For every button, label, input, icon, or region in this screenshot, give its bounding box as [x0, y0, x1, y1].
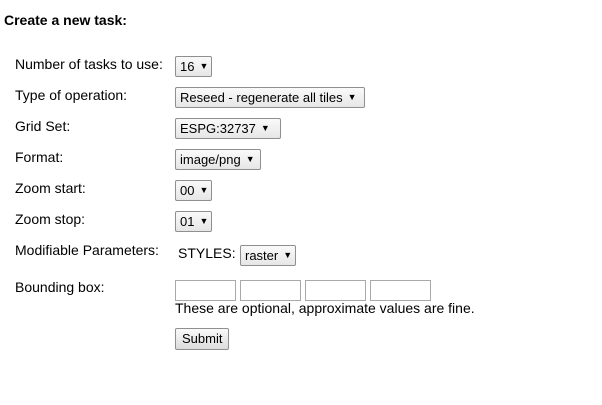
- bbox-label: Bounding box:: [15, 279, 105, 295]
- dropdown-arrow-icon: ▼: [199, 61, 209, 71]
- zoom-stop-select-value: 01: [180, 214, 195, 229]
- threads-label: Number of tasks to use:: [15, 56, 163, 72]
- bbox-miny-input[interactable]: [240, 280, 301, 301]
- gridset-select[interactable]: ESPG:32737 ▼: [175, 118, 281, 139]
- format-select-value: image/png: [180, 152, 241, 167]
- threads-select[interactable]: 16 ▼: [175, 56, 212, 77]
- submit-button[interactable]: Submit: [175, 328, 230, 350]
- styles-select-value: raster: [245, 248, 279, 263]
- dropdown-arrow-icon: ▼: [283, 250, 293, 260]
- dropdown-arrow-icon: ▼: [199, 216, 209, 226]
- gridset-label: Grid Set:: [15, 118, 71, 134]
- dropdown-arrow-icon: ▼: [260, 123, 270, 133]
- bbox-maxx-input[interactable]: [305, 280, 366, 301]
- operation-label: Type of operation:: [15, 87, 128, 103]
- operation-select[interactable]: Reseed - regenerate all tiles ▼: [175, 87, 365, 108]
- styles-select[interactable]: raster ▼: [240, 245, 296, 266]
- styles-param-label: STYLES:: [178, 245, 236, 261]
- format-label: Format:: [15, 149, 64, 165]
- zoom-stop-select[interactable]: 01 ▼: [175, 211, 212, 232]
- page-title: Create a new task:: [4, 12, 127, 28]
- zoom-start-select[interactable]: 00 ▼: [175, 180, 212, 201]
- format-select[interactable]: image/png ▼: [175, 149, 261, 170]
- zoom-start-label: Zoom start:: [15, 180, 86, 196]
- threads-select-value: 16: [180, 59, 195, 74]
- zoom-start-select-value: 00: [180, 183, 195, 198]
- bbox-minx-input[interactable]: [175, 280, 236, 301]
- dropdown-arrow-icon: ▼: [245, 154, 255, 164]
- zoom-stop-label: Zoom stop:: [15, 211, 86, 227]
- gridset-select-value: ESPG:32737: [180, 121, 256, 136]
- params-label: Modifiable Parameters:: [15, 242, 159, 258]
- dropdown-arrow-icon: ▼: [347, 92, 357, 102]
- bbox-note: These are optional, approximate values a…: [175, 300, 475, 316]
- operation-select-value: Reseed - regenerate all tiles: [180, 90, 343, 105]
- dropdown-arrow-icon: ▼: [199, 185, 209, 195]
- bbox-maxy-input[interactable]: [370, 280, 431, 301]
